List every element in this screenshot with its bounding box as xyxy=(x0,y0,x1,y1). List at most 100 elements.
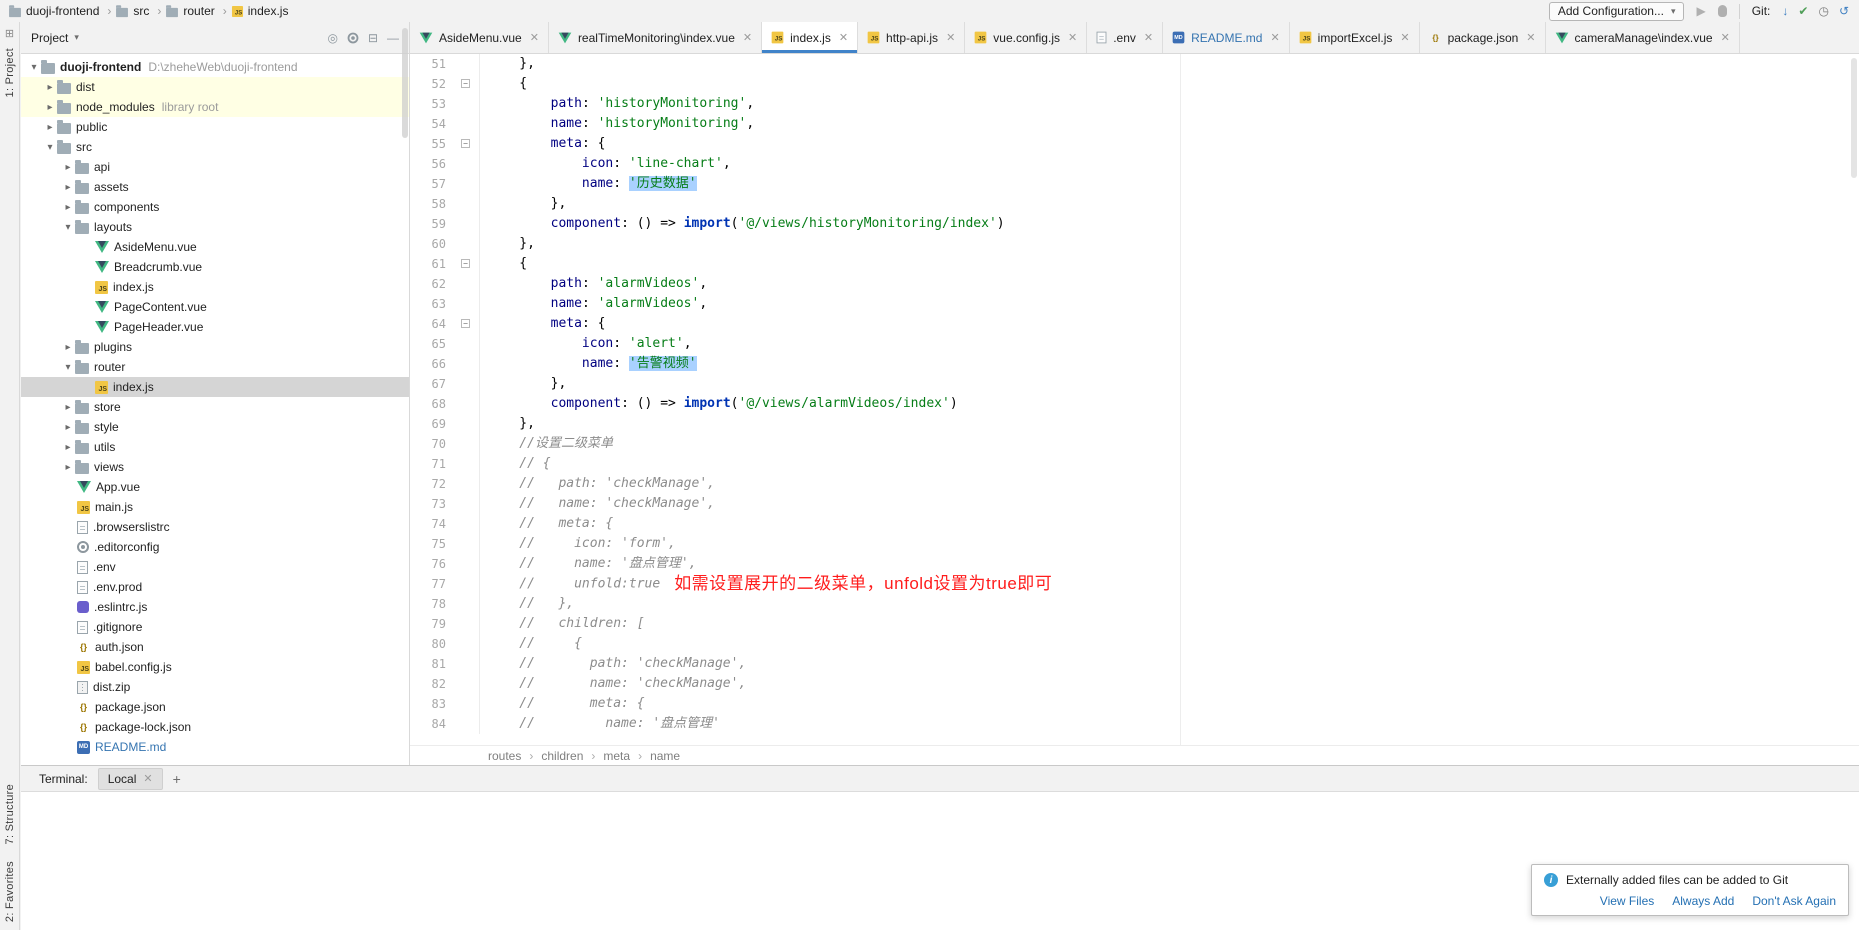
breadcrumb-item[interactable]: src › xyxy=(115,4,161,18)
git-commit-icon[interactable]: ✔ xyxy=(1798,4,1808,18)
editor-tab[interactable]: index.js ✕ xyxy=(762,22,858,53)
tree-row[interactable]: ▸ node_modules library root xyxy=(21,97,409,117)
tree-row[interactable]: Breadcrumb.vue xyxy=(21,257,409,277)
tree-row[interactable]: ▸ style xyxy=(21,417,409,437)
tree-chevron-icon[interactable]: ▾ xyxy=(61,362,75,373)
tree-row[interactable]: README.md xyxy=(21,737,409,757)
tree-chevron-icon[interactable]: ▸ xyxy=(61,422,75,433)
tree-row[interactable]: index.js xyxy=(21,277,409,297)
gear-icon[interactable] xyxy=(348,32,359,43)
strip-tab-structure[interactable]: 7: Structure xyxy=(4,784,16,844)
tree-row[interactable]: babel.config.js xyxy=(21,657,409,677)
editor-tab[interactable]: http-api.js ✕ xyxy=(858,22,965,53)
tree-row[interactable]: .eslintrc.js xyxy=(21,597,409,617)
fold-marker-icon[interactable]: − xyxy=(461,319,470,328)
tree-row[interactable]: package.json xyxy=(21,697,409,717)
tree-chevron-icon[interactable]: ▾ xyxy=(43,142,57,153)
tree-chevron-icon[interactable]: ▸ xyxy=(61,402,75,413)
close-tab-icon[interactable]: ✕ xyxy=(839,31,848,44)
tree-row[interactable]: ▸ components xyxy=(21,197,409,217)
tree-row[interactable]: index.js xyxy=(21,377,409,397)
close-tab-icon[interactable]: ✕ xyxy=(1270,31,1279,44)
tree-row[interactable]: auth.json xyxy=(21,637,409,657)
tree-chevron-icon[interactable]: ▸ xyxy=(61,462,75,473)
editor-tab[interactable]: README.md ✕ xyxy=(1163,22,1290,53)
terminal-tab-local[interactable]: Local ✕ xyxy=(98,768,163,790)
new-terminal-icon[interactable]: + xyxy=(173,771,181,787)
tree-row[interactable]: PageContent.vue xyxy=(21,297,409,317)
collapse-all-icon[interactable]: ⊟ xyxy=(368,32,378,44)
close-tab-icon[interactable]: ✕ xyxy=(1068,31,1077,44)
tree-chevron-icon[interactable]: ▾ xyxy=(27,62,41,73)
editor-tab[interactable]: AsideMenu.vue ✕ xyxy=(410,22,549,53)
strip-tab-favorites[interactable]: 2: Favorites xyxy=(4,861,16,922)
git-history-icon[interactable]: ◷ xyxy=(1818,4,1828,18)
fold-marker-icon[interactable]: − xyxy=(461,139,470,148)
tree-row[interactable]: ▸ plugins xyxy=(21,337,409,357)
editor-tab[interactable]: realTimeMonitoring\index.vue ✕ xyxy=(549,22,762,53)
tree-row[interactable]: package-lock.json xyxy=(21,717,409,737)
tree-row[interactable]: ▸ views xyxy=(21,457,409,477)
fold-marker-icon[interactable]: − xyxy=(461,259,470,268)
tree-row[interactable]: ▾ duoji-frontend D:\zheheWeb\duoji-front… xyxy=(21,57,409,77)
editor-scrollbar[interactable] xyxy=(1851,58,1857,178)
breadcrumb-item[interactable]: meta › xyxy=(603,749,642,763)
close-tab-icon[interactable]: ✕ xyxy=(1526,31,1535,44)
tree-row[interactable]: .gitignore xyxy=(21,617,409,637)
tree-row[interactable]: App.vue xyxy=(21,477,409,497)
tree-row[interactable]: .browserslistrc xyxy=(21,517,409,537)
tree-chevron-icon[interactable]: ▸ xyxy=(43,122,57,133)
code-editor[interactable]: 51 − }, 52 − { 53 − path: 'historyMonito… xyxy=(410,54,1859,745)
tree-row[interactable]: PageHeader.vue xyxy=(21,317,409,337)
tree-chevron-icon[interactable]: ▸ xyxy=(43,102,57,113)
notification-link[interactable]: Always Add xyxy=(1672,894,1734,908)
tree-row[interactable]: ▾ layouts xyxy=(21,217,409,237)
tree-row[interactable]: .editorconfig xyxy=(21,537,409,557)
tree-row[interactable]: ▾ router xyxy=(21,357,409,377)
project-panel-title[interactable]: Project xyxy=(31,31,68,45)
notification-link[interactable]: View Files xyxy=(1600,894,1654,908)
chevron-down-icon[interactable]: ▾ xyxy=(74,32,79,43)
close-tab-icon[interactable]: ✕ xyxy=(1144,31,1153,44)
notification-link[interactable]: Don't Ask Again xyxy=(1752,894,1836,908)
tree-chevron-icon[interactable]: ▸ xyxy=(61,342,75,353)
tree-row[interactable]: AsideMenu.vue xyxy=(21,237,409,257)
tree-chevron-icon[interactable]: ▸ xyxy=(61,182,75,193)
breadcrumb-item[interactable]: name › xyxy=(650,749,680,763)
tree-row[interactable]: ▸ api xyxy=(21,157,409,177)
tree-row[interactable]: .env xyxy=(21,557,409,577)
tree-row[interactable]: dist.zip xyxy=(21,677,409,697)
tree-row[interactable]: ▸ store xyxy=(21,397,409,417)
close-tab-icon[interactable]: ✕ xyxy=(530,31,539,44)
git-update-icon[interactable]: ↓ xyxy=(1782,4,1788,18)
tree-row[interactable]: ▸ dist xyxy=(21,77,409,97)
hide-panel-icon[interactable]: — xyxy=(387,32,399,44)
editor-tab[interactable]: package.json ✕ xyxy=(1420,22,1546,53)
tree-row[interactable]: ▾ src xyxy=(21,137,409,157)
tree-row[interactable]: ▸ utils xyxy=(21,437,409,457)
breadcrumb-item[interactable]: router › xyxy=(165,4,226,18)
tree-chevron-icon[interactable]: ▸ xyxy=(43,82,57,93)
toolwindow-grid-icon[interactable]: ⊞ xyxy=(5,27,14,40)
tree-chevron-icon[interactable]: ▸ xyxy=(61,202,75,213)
close-tab-icon[interactable]: ✕ xyxy=(1721,31,1730,44)
editor-tab[interactable]: importExcel.js ✕ xyxy=(1290,22,1420,53)
breadcrumb-item[interactable]: index.js › xyxy=(231,4,289,18)
git-rollback-icon[interactable]: ↺ xyxy=(1839,4,1849,18)
breadcrumb-item[interactable]: children › xyxy=(541,749,595,763)
editor-tab[interactable]: cameraManage\index.vue ✕ xyxy=(1546,22,1740,53)
tree-row[interactable]: main.js xyxy=(21,497,409,517)
strip-tab-project[interactable]: 1: Project xyxy=(4,48,16,97)
close-terminal-tab-icon[interactable]: ✕ xyxy=(143,772,152,785)
close-tab-icon[interactable]: ✕ xyxy=(1400,31,1409,44)
editor-tab[interactable]: .env ✕ xyxy=(1087,22,1163,53)
tree-scrollbar[interactable] xyxy=(402,28,408,138)
locate-file-icon[interactable]: ◎ xyxy=(327,32,337,44)
close-tab-icon[interactable]: ✕ xyxy=(743,31,752,44)
breadcrumb-item[interactable]: duoji-frontend › xyxy=(8,4,111,18)
tree-chevron-icon[interactable]: ▾ xyxy=(61,222,75,233)
close-tab-icon[interactable]: ✕ xyxy=(946,31,955,44)
editor-tab[interactable]: vue.config.js ✕ xyxy=(965,22,1087,53)
debug-icon[interactable] xyxy=(1718,5,1727,17)
tree-row[interactable]: .env.prod xyxy=(21,577,409,597)
